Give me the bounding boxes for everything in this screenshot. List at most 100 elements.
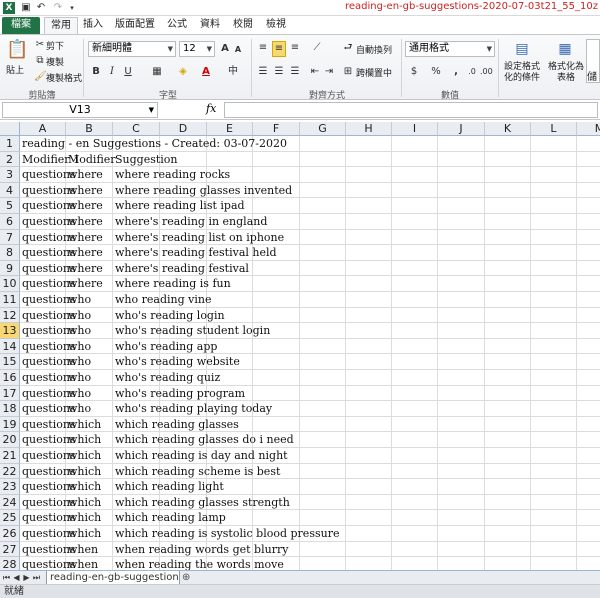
format-as-table-button[interactable]: 格式化為表格 <box>548 62 584 84</box>
cell-b[interactable]: where <box>66 198 103 214</box>
cell-c[interactable]: which reading glasses <box>113 417 239 433</box>
copy-icon[interactable]: ⧉ <box>34 54 46 68</box>
cell-c[interactable]: when reading the words move <box>113 557 284 570</box>
cell-b[interactable] <box>66 136 68 152</box>
cell-b[interactable]: where <box>66 261 103 277</box>
conditional-formatting-button[interactable]: 設定格式化的條件 <box>500 62 544 84</box>
row-header[interactable]: 20 <box>0 432 20 448</box>
sheet-tab[interactable]: reading-en-gb-suggestions-2020- <box>46 571 180 585</box>
cell-b[interactable]: where <box>66 214 103 230</box>
column-header[interactable]: F <box>253 122 300 136</box>
row-header[interactable]: 27 <box>0 541 20 558</box>
row-header[interactable]: 18 <box>0 401 20 417</box>
tab-home[interactable]: 常用 <box>44 17 78 34</box>
cell-c[interactable]: where reading is fun <box>113 276 231 292</box>
tab-formulas[interactable]: 公式 <box>164 17 190 34</box>
cell-c[interactable]: who's reading app <box>113 339 217 355</box>
cell-b[interactable]: who <box>66 323 91 339</box>
row-header[interactable]: 8 <box>0 245 20 261</box>
paste-icon[interactable]: 📋 <box>6 39 28 61</box>
increase-decimal-icon[interactable]: .0 <box>466 65 478 79</box>
cell-b[interactable]: who <box>66 370 91 386</box>
column-header[interactable]: G <box>300 122 346 136</box>
row-header[interactable]: 19 <box>0 416 20 433</box>
align-right-icon[interactable]: ☰ <box>288 65 302 79</box>
copy-button[interactable]: 複製 <box>46 55 64 68</box>
cell-b[interactable]: who <box>66 339 91 355</box>
orientation-icon[interactable]: ⟋ <box>310 41 324 55</box>
prev-sheet-icon[interactable]: ◀ <box>12 571 21 585</box>
cell-b[interactable]: where <box>66 245 103 261</box>
cell-b[interactable]: who <box>66 386 91 402</box>
format-painter-button[interactable]: 複製格式 <box>46 71 82 84</box>
row-header[interactable]: 23 <box>0 479 20 495</box>
font-color-icon[interactable]: A <box>200 65 212 79</box>
cell-c[interactable]: which reading is day and night <box>113 448 288 464</box>
formula-input[interactable] <box>224 102 598 118</box>
cell-c[interactable]: which reading glasses do i need <box>113 432 294 448</box>
cell-styles-button[interactable]: 儲 <box>586 39 600 83</box>
cell-c[interactable]: where reading glasses invented <box>113 183 292 199</box>
cell-b[interactable]: who <box>66 401 91 417</box>
cell-c[interactable]: Suggestion <box>113 152 178 168</box>
cell-b[interactable]: which <box>66 448 101 464</box>
format-painter-icon[interactable]: 🖌 <box>34 70 47 84</box>
cell-b[interactable]: Modifier <box>66 152 116 168</box>
cell-c[interactable]: who's reading playing today <box>113 401 272 417</box>
cell-b[interactable]: who <box>66 308 91 324</box>
underline-button[interactable]: U <box>122 65 134 79</box>
row-header[interactable]: 5 <box>0 198 20 214</box>
row-header[interactable]: 26 <box>0 526 20 542</box>
cell-c[interactable]: who reading vine <box>113 292 211 308</box>
row-header[interactable]: 10 <box>0 276 20 292</box>
conditional-formatting-icon[interactable]: ▤ <box>512 39 532 59</box>
cell-b[interactable]: who <box>66 354 91 370</box>
quick-access-dropdown-icon[interactable]: ▾ <box>66 2 78 14</box>
cell-b[interactable]: which <box>66 495 101 511</box>
next-sheet-icon[interactable]: ▶ <box>22 571 31 585</box>
cell-c[interactable]: which reading lamp <box>113 510 226 526</box>
currency-button[interactable]: $ <box>408 65 420 79</box>
cell-c[interactable]: who's reading student login <box>113 323 270 339</box>
cell-b[interactable]: where <box>66 167 103 183</box>
cell-b[interactable]: which <box>66 479 101 495</box>
column-header[interactable]: E <box>207 122 253 136</box>
row-header[interactable]: 16 <box>0 370 20 386</box>
borders-icon[interactable]: ▦ <box>150 65 164 79</box>
row-header[interactable]: 14 <box>0 338 20 355</box>
format-as-table-icon[interactable]: ▦ <box>555 39 575 59</box>
row-header[interactable]: 7 <box>0 229 20 246</box>
align-top-icon[interactable]: ≡ <box>256 41 270 55</box>
cell-c[interactable]: which reading scheme is best <box>113 464 280 480</box>
cell-b[interactable]: which <box>66 526 101 542</box>
cell-c[interactable]: when reading words get blurry <box>113 542 288 558</box>
column-header[interactable]: B <box>66 122 113 136</box>
cell-b[interactable]: where <box>66 230 103 246</box>
column-header[interactable]: A <box>20 122 66 136</box>
cell-c[interactable]: who's reading website <box>113 354 240 370</box>
comma-button[interactable]: , <box>450 65 462 79</box>
cell-c[interactable]: who's reading quiz <box>113 370 220 386</box>
row-header[interactable]: 11 <box>0 292 20 308</box>
column-header[interactable]: I <box>392 122 438 136</box>
row-header[interactable]: 12 <box>0 307 20 324</box>
row-header[interactable]: 13 <box>0 323 20 339</box>
column-header[interactable]: K <box>485 122 531 136</box>
increase-indent-icon[interactable]: ⇥ <box>322 65 336 79</box>
insert-sheet-icon[interactable]: ⊕ <box>182 572 190 583</box>
row-header[interactable]: 4 <box>0 182 20 199</box>
wrap-text-icon[interactable]: ⮐ <box>342 41 354 55</box>
column-header[interactable]: D <box>160 122 207 136</box>
cell-a[interactable]: reading - en Suggestions - Created: 03-0… <box>20 136 287 152</box>
tab-data[interactable]: 資料 <box>197 17 223 34</box>
row-header[interactable]: 3 <box>0 167 20 183</box>
phonetic-icon[interactable]: 中 <box>226 65 240 79</box>
tab-file[interactable]: 檔案 <box>2 17 40 34</box>
cell-b[interactable]: which <box>66 464 101 480</box>
column-header[interactable]: J <box>438 122 485 136</box>
row-header[interactable]: 15 <box>0 354 20 370</box>
row-header[interactable]: 28 <box>0 557 20 570</box>
insert-function-icon[interactable]: fx <box>206 102 216 115</box>
row-header[interactable]: 2 <box>0 151 20 168</box>
row-header[interactable]: 24 <box>0 494 20 511</box>
